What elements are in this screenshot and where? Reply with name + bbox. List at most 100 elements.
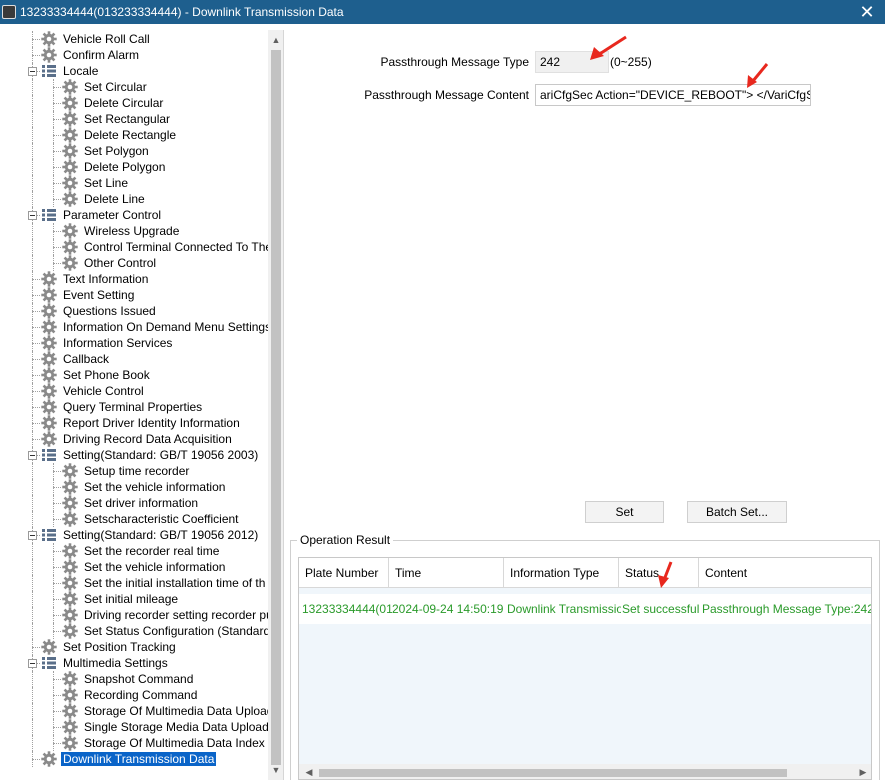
tree-item[interactable]: Query Terminal Properties: [0, 399, 268, 415]
tree-item[interactable]: Setscharacteristic Coefficient: [0, 511, 268, 527]
tree-item-label: Locale: [63, 64, 99, 78]
collapse-toggle-icon[interactable]: [28, 67, 37, 76]
gear-icon: [62, 79, 78, 95]
collapse-toggle-icon[interactable]: [28, 531, 37, 540]
tree-item[interactable]: Set the initial installation time of th: [0, 575, 268, 591]
tree-item[interactable]: Snapshot Command: [0, 671, 268, 687]
column-header-content[interactable]: Content: [699, 558, 871, 588]
tree-item[interactable]: Setup time recorder: [0, 463, 268, 479]
window-title: 13233334444(013233334444) - Downlink Tra…: [20, 5, 344, 19]
cell-plate-number: 13233334444(013: [302, 602, 392, 616]
tree-item[interactable]: Information On Demand Menu Settings: [0, 319, 268, 335]
tree-item[interactable]: Set Line: [0, 175, 268, 191]
tree-item[interactable]: Delete Rectangle: [0, 127, 268, 143]
gear-icon: [41, 639, 57, 655]
tree-item[interactable]: Single Storage Media Data Upload: [0, 719, 268, 735]
tree-item-label: Callback: [63, 352, 110, 366]
tree-item[interactable]: Set Status Configuration (Standard:: [0, 623, 268, 639]
list-icon: [41, 448, 57, 462]
gear-icon: [62, 735, 78, 751]
tree-item[interactable]: Event Setting: [0, 287, 268, 303]
tree-item[interactable]: Set Circular: [0, 79, 268, 95]
column-header-time[interactable]: Time: [389, 558, 504, 588]
column-header-information-type[interactable]: Information Type: [504, 558, 619, 588]
tree-item[interactable]: Parameter Control: [0, 207, 268, 223]
scroll-up-icon[interactable]: ▲: [268, 32, 283, 48]
scroll-left-icon[interactable]: ◀: [301, 764, 317, 779]
grid-scroll-thumb[interactable]: [319, 769, 787, 777]
tree-item[interactable]: Set the vehicle information: [0, 479, 268, 495]
tree-item[interactable]: Storage Of Multimedia Data Upload: [0, 703, 268, 719]
tree-item-label: Set Polygon: [84, 144, 149, 158]
tree-item[interactable]: Set the vehicle information: [0, 559, 268, 575]
close-icon[interactable]: ✕: [853, 0, 881, 24]
gear-icon: [62, 111, 78, 127]
cell-information-type: Downlink Transmissio: [507, 602, 621, 616]
column-header-plate-number[interactable]: Plate Number: [299, 558, 389, 588]
table-row[interactable]: 13233334444(013 2024-09-24 14:50:19 Down…: [299, 594, 871, 624]
scroll-right-icon[interactable]: ▶: [855, 764, 871, 779]
tree-item-label: Setting(Standard: GB/T 19056 2012): [63, 528, 259, 542]
tree-item[interactable]: Setting(Standard: GB/T 19056 2003): [0, 447, 268, 463]
tree-item[interactable]: Locale: [0, 63, 268, 79]
tree-item[interactable]: Confirm Alarm: [0, 47, 268, 63]
command-tree-pane: Vehicle Roll Call Confirm Alarm Locale Set …: [0, 30, 284, 780]
set-button[interactable]: Set: [585, 501, 664, 523]
gear-icon: [41, 287, 57, 303]
grid-horizontal-scrollbar[interactable]: ◀ ▶: [299, 764, 871, 779]
tree-item[interactable]: Delete Polygon: [0, 159, 268, 175]
tree-item[interactable]: Set Rectangular: [0, 111, 268, 127]
tree-scroll-thumb[interactable]: [271, 50, 281, 765]
tree-item[interactable]: Downlink Transmission Data: [0, 751, 268, 767]
app-icon: [2, 5, 16, 19]
list-icon: [41, 528, 57, 542]
tree-item[interactable]: Other Control: [0, 255, 268, 271]
tree-item[interactable]: Driving Record Data Acquisition: [0, 431, 268, 447]
tree-item-label: Recording Command: [84, 688, 198, 702]
tree-item-label: Storage Of Multimedia Data Upload: [84, 704, 268, 718]
gear-icon: [62, 591, 78, 607]
tree-item[interactable]: Recording Command: [0, 687, 268, 703]
tree-item[interactable]: Set Polygon: [0, 143, 268, 159]
gear-icon: [41, 271, 57, 287]
tree-item-label: Vehicle Control: [63, 384, 144, 398]
tree-item-label: Report Driver Identity Information: [63, 416, 240, 430]
scroll-down-icon[interactable]: ▼: [268, 762, 283, 778]
gear-icon: [41, 351, 57, 367]
tree-item[interactable]: Delete Circular: [0, 95, 268, 111]
tree-item[interactable]: Text Information: [0, 271, 268, 287]
tree-item[interactable]: Vehicle Control: [0, 383, 268, 399]
tree-item-label: Set Rectangular: [84, 112, 171, 126]
tree-item[interactable]: Report Driver Identity Information: [0, 415, 268, 431]
tree-item-label: Multimedia Settings: [63, 656, 168, 670]
tree-item-label: Control Terminal Connected To The: [84, 240, 268, 254]
tree-item[interactable]: Control Terminal Connected To The: [0, 239, 268, 255]
tree-item[interactable]: Set initial mileage: [0, 591, 268, 607]
gear-icon: [62, 495, 78, 511]
collapse-toggle-icon[interactable]: [28, 659, 37, 668]
gear-icon: [62, 687, 78, 703]
batch-set-button[interactable]: Batch Set...: [687, 501, 787, 523]
tree-item[interactable]: Wireless Upgrade: [0, 223, 268, 239]
tree-vertical-scrollbar[interactable]: ▲ ▼: [268, 30, 283, 780]
tree-item[interactable]: Setting(Standard: GB/T 19056 2012): [0, 527, 268, 543]
tree-item[interactable]: Delete Line: [0, 191, 268, 207]
tree-item[interactable]: Questions Issued: [0, 303, 268, 319]
tree-item[interactable]: Driving recorder setting recorder pu: [0, 607, 268, 623]
tree-item[interactable]: Set Position Tracking: [0, 639, 268, 655]
tree-item[interactable]: Set the recorder real time: [0, 543, 268, 559]
tree-item[interactable]: Information Services: [0, 335, 268, 351]
tree-item-label: Text Information: [63, 272, 149, 286]
collapse-toggle-icon[interactable]: [28, 211, 37, 220]
tree-item-label: Set the initial installation time of th: [84, 576, 266, 590]
tree-item-label: Delete Polygon: [84, 160, 166, 174]
tree-item[interactable]: Set Phone Book: [0, 367, 268, 383]
collapse-toggle-icon[interactable]: [28, 451, 37, 460]
tree-item[interactable]: Storage Of Multimedia Data Index: [0, 735, 268, 751]
tree-item[interactable]: Callback: [0, 351, 268, 367]
tree-item[interactable]: Set driver information: [0, 495, 268, 511]
tree-item[interactable]: Vehicle Roll Call: [0, 31, 268, 47]
tree-item-label: Delete Line: [84, 192, 145, 206]
gear-icon: [62, 575, 78, 591]
tree-item[interactable]: Multimedia Settings: [0, 655, 268, 671]
